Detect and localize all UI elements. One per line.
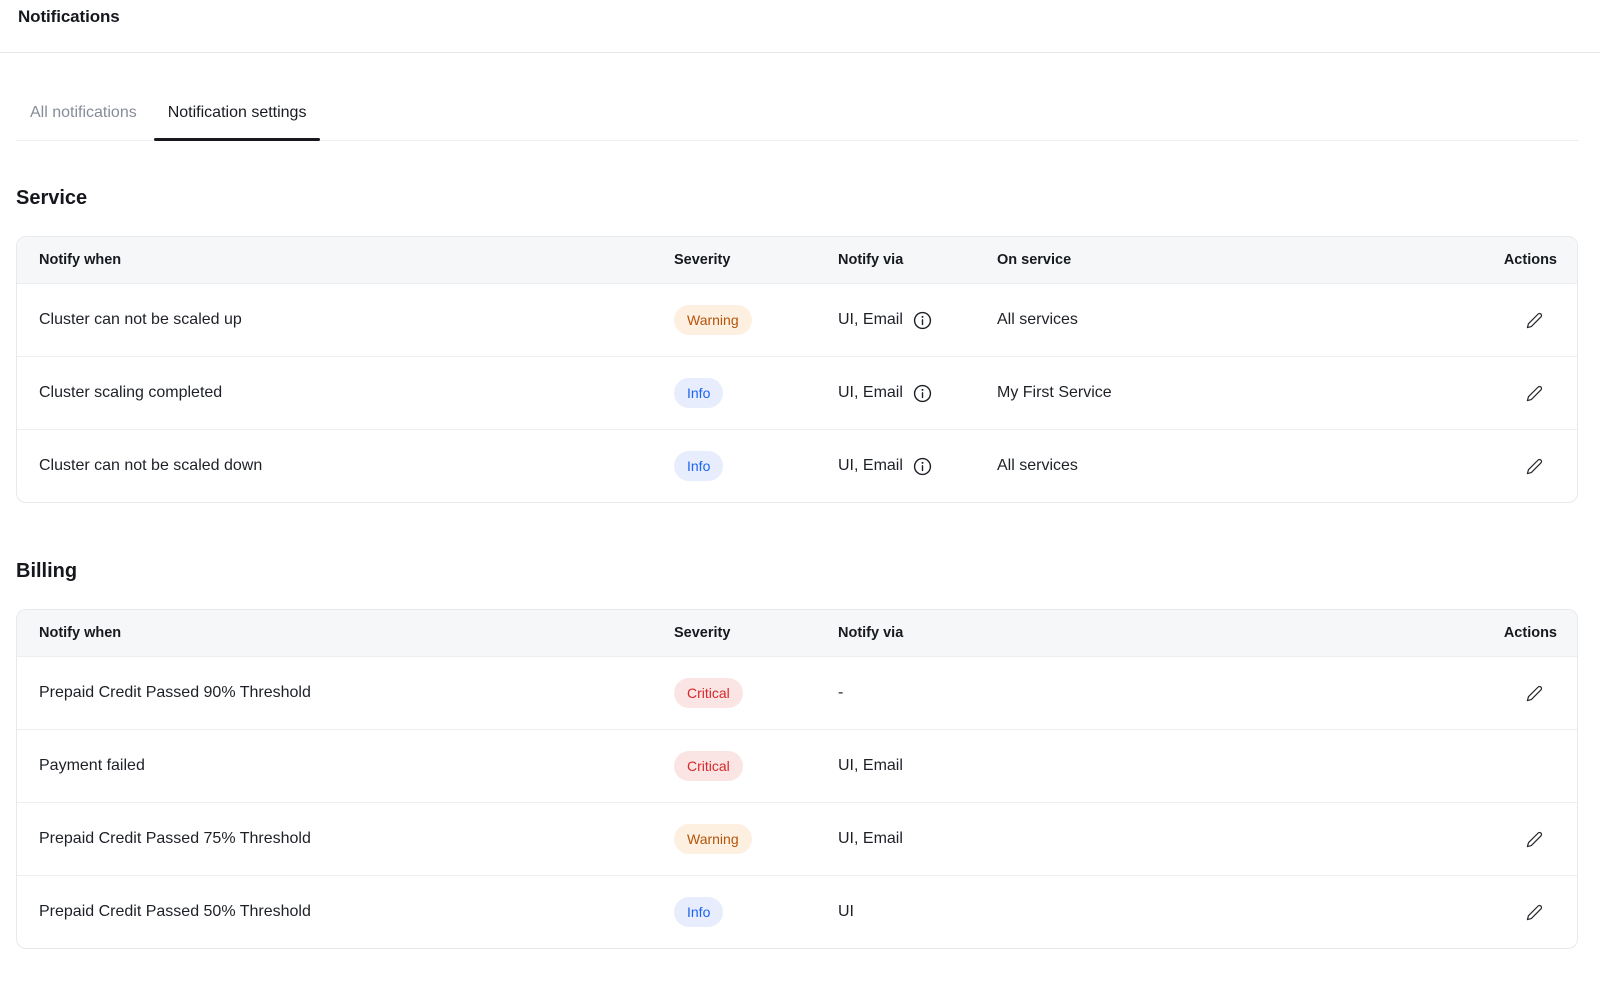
column-header-notify-when: Notify when [17,625,674,641]
table-row: Cluster can not be scaled downInfo UI, Em… [17,429,1577,502]
table-head: Notify whenSeverityNotify viaOn serviceA… [17,237,1577,283]
table-head: Notify whenSeverityNotify viaActions [17,610,1577,656]
actions-cell [1457,454,1577,479]
notify-via-value: UI, Email [838,830,903,848]
notify-via-cell: - [838,684,1457,702]
severity-badge: Info [674,897,723,927]
actions-cell [1457,827,1577,852]
column-header-severity: Severity [674,625,838,641]
pencil-icon [1526,904,1543,921]
notify-via-cell: UI, Email [838,457,997,476]
severity-badge: Critical [674,751,743,781]
edit-button[interactable] [1522,308,1547,333]
pencil-icon [1526,385,1543,402]
severity-cell: Info [674,451,838,481]
notify-via-cell: UI, Email [838,384,997,403]
table-header-row: Notify whenSeverityNotify viaOn serviceA… [17,237,1577,283]
column-header-severity: Severity [674,252,838,268]
notify-via-cell: UI, Email [838,830,1457,848]
notify-via-value: UI, Email [838,757,903,775]
edit-button[interactable] [1522,827,1547,852]
severity-cell: Critical [674,678,838,708]
notify-via-cell: UI [838,903,1457,921]
notify-when-cell: Payment failed [17,757,674,775]
section-billing: Billing Notify whenSeverityNotify viaActi… [16,559,1578,949]
column-header-notify-when: Notify when [17,252,674,268]
notify-when-cell: Prepaid Credit Passed 75% Threshold [17,830,674,848]
tab-notification-settings[interactable]: Notification settings [154,103,321,140]
service-table: Notify whenSeverityNotify viaOn serviceA… [16,236,1578,503]
severity-badge: Warning [674,305,752,335]
sections: ServiceNotify whenSeverityNotify viaOn s… [16,186,1578,949]
severity-cell: Info [674,897,838,927]
edit-button[interactable] [1522,681,1547,706]
billing-table: Notify whenSeverityNotify viaActionsPrep… [16,609,1578,949]
edit-button[interactable] [1522,381,1547,406]
pencil-icon [1526,685,1543,702]
severity-cell: Critical [674,751,838,781]
info-icon[interactable] [913,457,932,476]
notify-when-cell: Prepaid Credit Passed 50% Threshold [17,903,674,921]
notify-via-cell: UI, Email [838,311,997,330]
tab-all-notifications[interactable]: All notifications [16,103,151,140]
on-service-cell: All services [997,457,1457,475]
info-icon[interactable] [913,311,932,330]
section-title-service: Service [16,186,1578,210]
on-service-cell: My First Service [997,384,1457,402]
section-title-billing: Billing [16,559,1578,583]
pencil-icon [1526,831,1543,848]
column-header-on-service: On service [997,252,1457,268]
severity-cell: Info [674,378,838,408]
on-service-cell: All services [997,311,1457,329]
tabs: All notificationsNotification settings [16,103,1578,141]
notify-when-cell: Prepaid Credit Passed 90% Threshold [17,684,674,702]
severity-cell: Warning [674,824,838,854]
severity-cell: Warning [674,305,838,335]
table-row: Prepaid Credit Passed 75% ThresholdWarni… [17,802,1577,875]
table-header-row: Notify whenSeverityNotify viaActions [17,610,1577,656]
table-body: Prepaid Credit Passed 90% ThresholdCriti… [17,656,1577,948]
actions-cell [1457,900,1577,925]
severity-badge: Critical [674,678,743,708]
severity-badge: Info [674,378,723,408]
notify-via-value: UI, Email [838,384,903,402]
table-row: Cluster can not be scaled upWarning UI, E… [17,283,1577,356]
notify-when-cell: Cluster can not be scaled down [17,457,674,475]
table-row: Cluster scaling completedInfo UI, Email My… [17,356,1577,429]
notify-when-cell: Cluster scaling completed [17,384,674,402]
column-header-actions: Actions [1457,252,1577,268]
info-icon[interactable] [913,384,932,403]
actions-cell [1457,308,1577,333]
actions-cell [1457,681,1577,706]
notifications-page: Notifications All notificationsNotificat… [0,6,1600,949]
notify-via-value: UI, Email [838,311,903,329]
severity-badge: Warning [674,824,752,854]
severity-badge: Info [674,451,723,481]
column-header-actions: Actions [1457,625,1577,641]
notify-via-value: - [838,684,843,702]
notify-when-cell: Cluster can not be scaled up [17,311,674,329]
notify-via-value: UI, Email [838,457,903,475]
pencil-icon [1526,458,1543,475]
table-body: Cluster can not be scaled upWarning UI, E… [17,283,1577,502]
column-header-notify-via: Notify via [838,625,1457,641]
pencil-icon [1526,312,1543,329]
table-row: Prepaid Credit Passed 50% ThresholdInfo U… [17,875,1577,948]
actions-cell [1457,381,1577,406]
page-title: Notifications [18,6,1578,28]
table-row: Prepaid Credit Passed 90% ThresholdCriti… [17,656,1577,729]
section-service: Service Notify whenSeverityNotify viaOn s… [16,186,1578,503]
column-header-notify-via: Notify via [838,252,997,268]
notify-via-cell: UI, Email [838,757,1457,775]
edit-button[interactable] [1522,900,1547,925]
table-row: Payment failedCritical UI, Email [17,729,1577,802]
title-divider [0,52,1600,53]
notify-via-value: UI [838,903,854,921]
edit-button[interactable] [1522,454,1547,479]
